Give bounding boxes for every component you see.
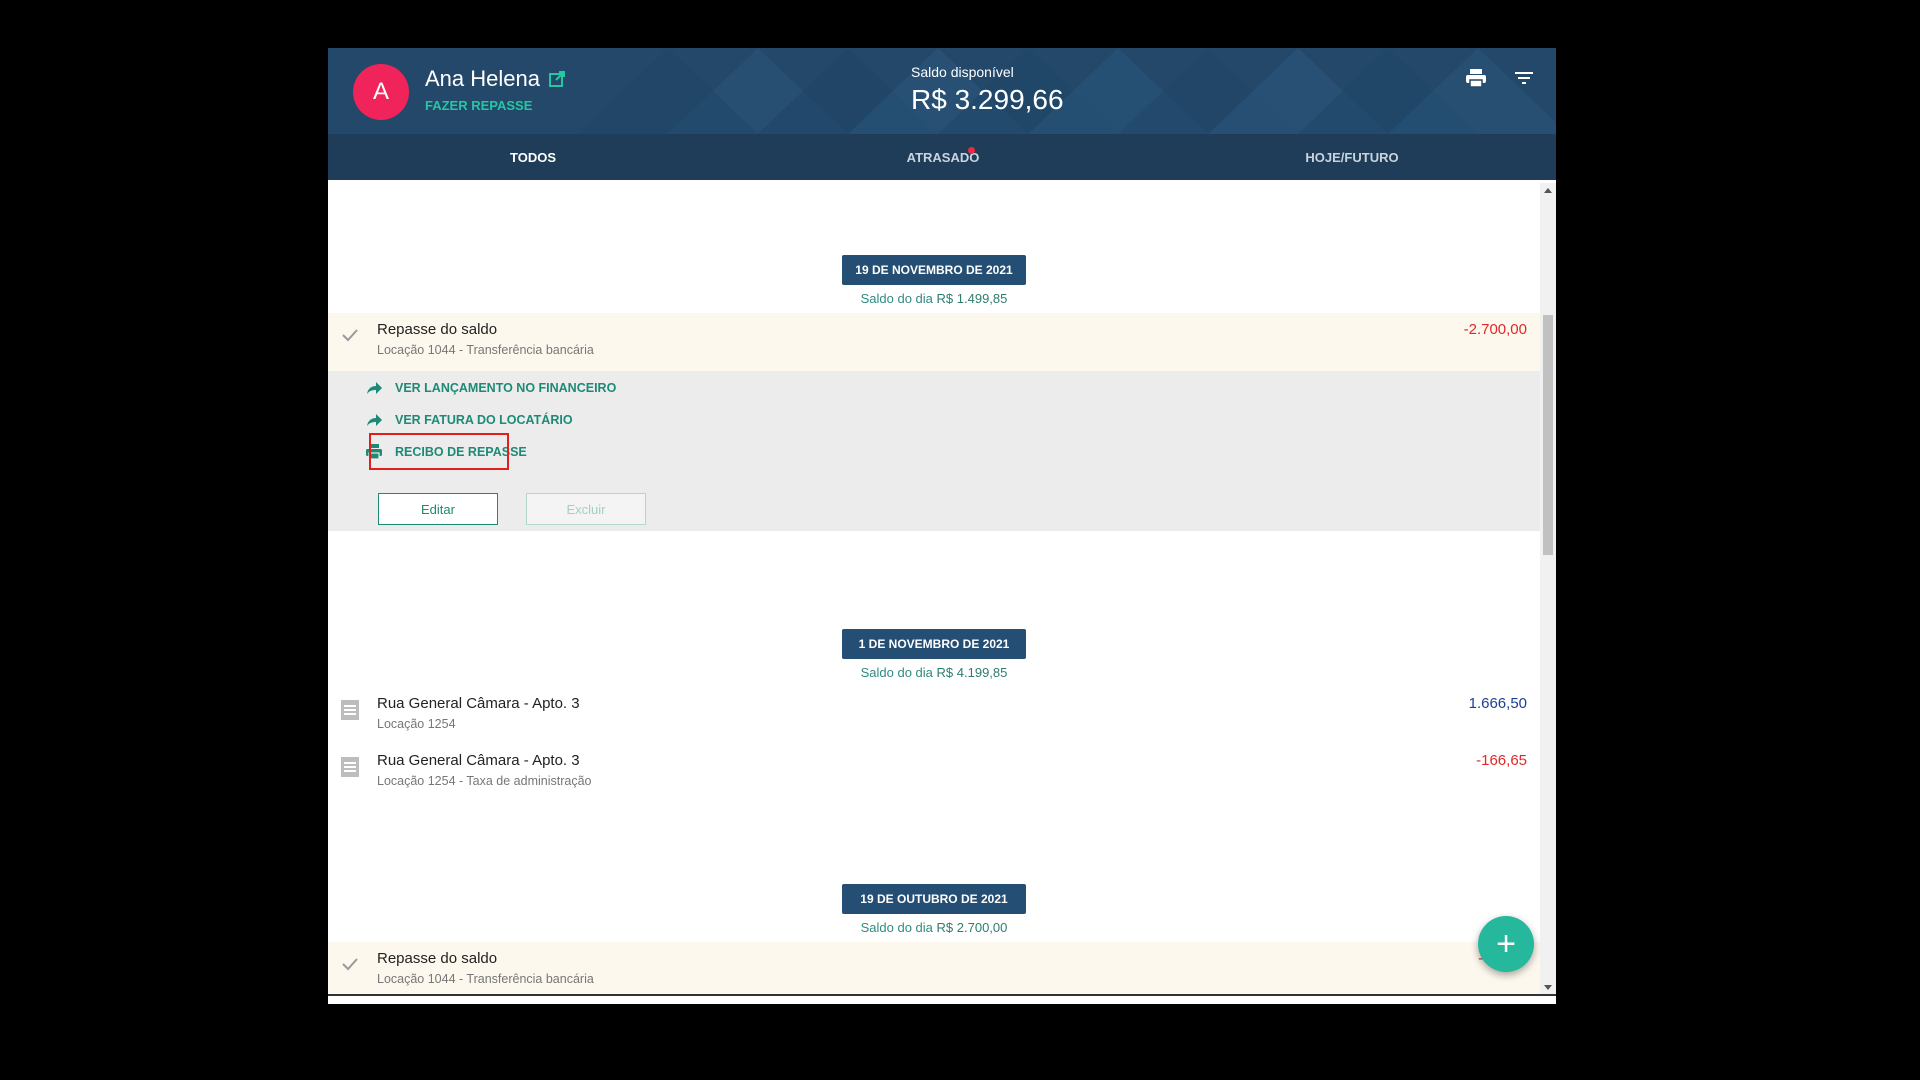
item-subtitle: Locação 1254 - Taxa de administração [377,774,592,788]
ver-fatura-link[interactable]: VER FATURA DO LOCATÁRIO [365,411,573,429]
notification-dot [968,147,975,154]
item-title: Repasse do saldo [377,321,498,338]
share-arrow-icon [367,382,382,394]
list-item[interactable]: Repasse do saldo Locação 1044 - Transfer… [328,942,1540,996]
external-link-icon[interactable] [548,70,566,88]
saldo-dia: Saldo do dia R$ 1.499,85 [792,291,1076,306]
saldo-dia-value: R$ 1.499,85 [936,291,1008,306]
app-window: A Ana Helena FAZER REPASSE Saldo disponí… [328,48,1556,1004]
scroll-down-arrow[interactable] [1544,985,1552,990]
check-icon [342,958,358,971]
tab-todos[interactable]: TODOS [328,134,738,180]
date-badge: 1 DE NOVEMBRO DE 2021 [842,629,1026,659]
list-item[interactable]: Rua General Câmara - Apto. 3 Locação 125… [328,687,1540,743]
item-details-panel: VER LANÇAMENTO NO FINANCEIRO VER FATURA … [328,371,1540,531]
ver-lancamento-link[interactable]: VER LANÇAMENTO NO FINANCEIRO [365,379,616,397]
date-badge: 19 DE OUTUBRO DE 2021 [842,884,1026,914]
user-name[interactable]: Ana Helena [425,66,566,92]
item-subtitle: Locação 1254 [377,717,456,731]
edit-button[interactable]: Editar [378,493,498,525]
add-button[interactable]: + [1478,916,1534,972]
delete-button[interactable]: Excluir [526,493,646,525]
fazer-repasse-link[interactable]: FAZER REPASSE [425,98,532,113]
item-amount: -2.700,00 [1463,321,1527,338]
saldo-dia: Saldo do dia R$ 2.700,00 [792,920,1076,935]
check-icon [342,329,358,342]
bottom-divider [328,994,1556,996]
scrollbar[interactable] [1540,183,1556,996]
saldo-dia-value: R$ 2.700,00 [936,920,1008,935]
item-amount: -166,65 [1476,752,1527,769]
account-header: A Ana Helena FAZER REPASSE Saldo disponí… [328,48,1556,134]
user-name-text: Ana Helena [425,66,540,91]
date-badge: 19 DE NOVEMBRO DE 2021 [842,255,1026,285]
scroll-up-arrow[interactable] [1544,188,1552,193]
item-amount: 1.666,50 [1468,695,1527,712]
action-label: VER LANÇAMENTO NO FINANCEIRO [395,381,617,395]
filter-icon[interactable] [1512,66,1536,90]
saldo-dia-label: Saldo do dia [860,665,933,680]
tab-bar: TODOS ATRASADO HOJE/FUTURO [328,134,1556,180]
item-subtitle: Locação 1044 - Transferência bancária [377,972,594,986]
saldo-dia-label: Saldo do dia [860,291,933,306]
tab-hoje-futuro[interactable]: HOJE/FUTURO [1148,134,1556,180]
transactions-list: 19 DE NOVEMBRO DE 2021 Saldo do dia R$ 1… [328,183,1540,996]
action-label: VER FATURA DO LOCATÁRIO [395,413,573,427]
item-title: Rua General Câmara - Apto. 3 [377,752,580,769]
list-item[interactable]: Repasse do saldo Locação 1044 - Transfer… [328,313,1540,371]
saldo-dia: Saldo do dia R$ 4.199,85 [792,665,1076,680]
avatar: A [353,64,409,120]
saldo-value: R$ 3.299,66 [911,84,1064,115]
item-title: Rua General Câmara - Apto. 3 [377,695,580,712]
saldo-label: Saldo disponível [911,64,1014,80]
document-icon [341,700,359,720]
highlight-box [369,433,509,470]
tab-atrasado[interactable]: ATRASADO [738,134,1148,180]
scroll-thumb[interactable] [1543,315,1553,555]
share-arrow-icon [367,414,382,426]
list-item[interactable]: Rua General Câmara - Apto. 3 Locação 125… [328,744,1540,800]
saldo-dia-label: Saldo do dia [860,920,933,935]
print-icon[interactable] [1464,66,1488,90]
item-title: Repasse do saldo [377,950,498,967]
document-icon [341,757,359,777]
item-subtitle: Locação 1044 - Transferência bancária [377,343,594,357]
saldo-dia-value: R$ 4.199,85 [936,665,1008,680]
